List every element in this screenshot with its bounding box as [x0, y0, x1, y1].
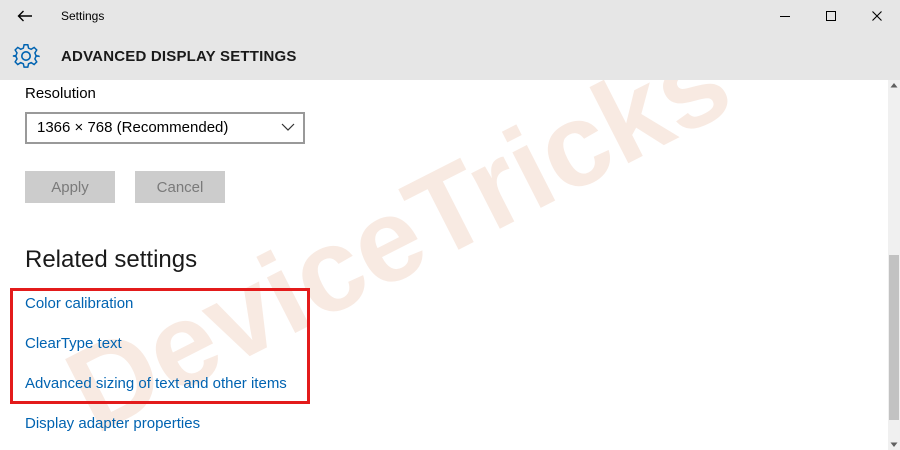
- resolution-dropdown[interactable]: 1366 × 768 (Recommended): [25, 112, 305, 144]
- page-header: ADVANCED DISPLAY SETTINGS: [0, 32, 900, 80]
- apply-button[interactable]: Apply: [25, 171, 115, 203]
- back-button[interactable]: [8, 2, 42, 30]
- scrollbar-thumb[interactable]: [889, 255, 899, 420]
- close-button[interactable]: [854, 0, 900, 32]
- back-arrow-icon: [17, 10, 32, 22]
- title-bar: Settings: [0, 0, 900, 32]
- content-area: DeviceTricks Resolution 1366 × 768 (Reco…: [0, 80, 888, 450]
- resolution-label: Resolution: [25, 85, 96, 102]
- highlight-annotation-box: [10, 288, 310, 404]
- cancel-button[interactable]: Cancel: [135, 171, 225, 203]
- settings-window: Settings ADVANCED DISPLAY SETTINGS Devic…: [0, 0, 900, 450]
- window-title: Settings: [61, 9, 105, 23]
- maximize-button[interactable]: [808, 0, 854, 32]
- scroll-down-arrow-icon[interactable]: [890, 442, 898, 448]
- chevron-down-icon: [281, 123, 295, 131]
- related-settings-heading: Related settings: [25, 246, 198, 273]
- minimize-button[interactable]: [762, 0, 808, 32]
- display-adapter-properties-link[interactable]: Display adapter properties: [25, 415, 200, 432]
- gear-icon: [12, 44, 40, 68]
- scroll-up-arrow-icon[interactable]: [890, 82, 898, 88]
- resolution-value: 1366 × 768 (Recommended): [37, 119, 229, 136]
- minimize-icon: [780, 16, 790, 17]
- maximize-icon: [826, 11, 836, 21]
- close-icon: [872, 11, 882, 21]
- page-title: ADVANCED DISPLAY SETTINGS: [61, 48, 297, 65]
- vertical-scrollbar[interactable]: [888, 80, 900, 450]
